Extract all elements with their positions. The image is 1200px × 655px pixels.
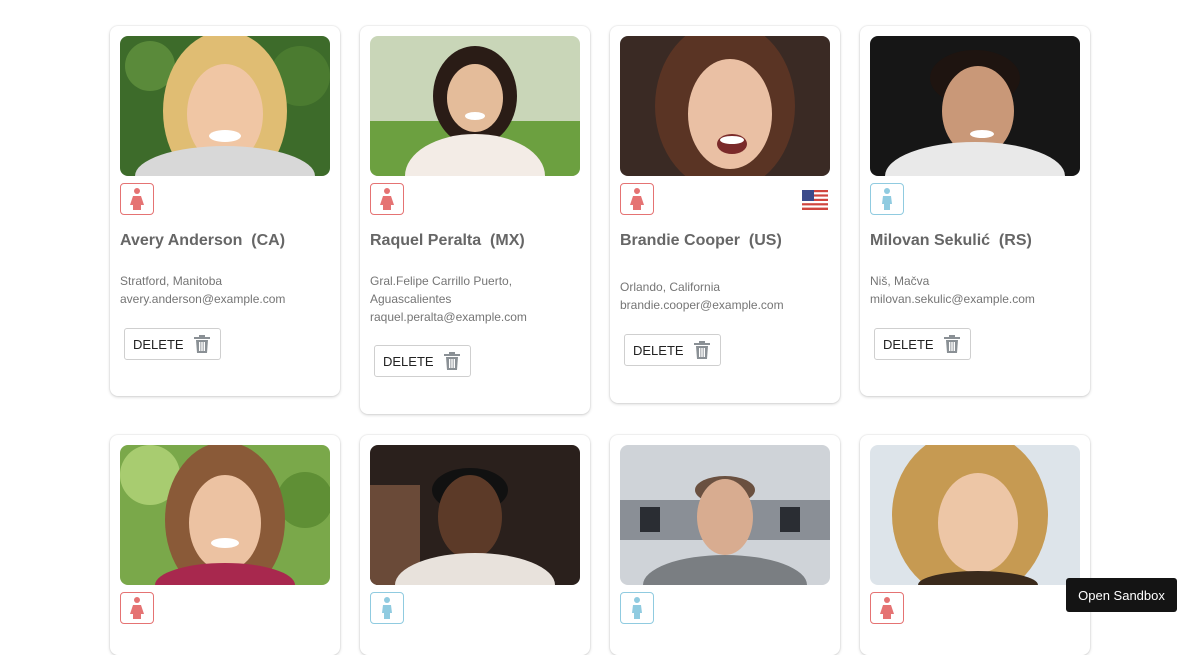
user-details: Stratford, Manitoba avery.anderson@examp… bbox=[120, 272, 285, 308]
user-location: Stratford, Manitoba bbox=[120, 274, 223, 288]
female-icon bbox=[870, 592, 904, 624]
delete-button-label: DELETE bbox=[633, 342, 684, 358]
user-card bbox=[860, 435, 1090, 655]
user-details: Niš, Mačva milovan.sekulic@example.com bbox=[870, 272, 1035, 308]
user-photo bbox=[870, 445, 1080, 585]
user-location-line1: Gral.Felipe Carrillo Puerto, bbox=[370, 274, 513, 288]
user-card bbox=[360, 435, 590, 655]
user-email: avery.anderson@example.com bbox=[120, 292, 286, 306]
user-card: Milovan Sekulić (RS) Niš, Mačva milovan.… bbox=[860, 26, 1090, 396]
open-sandbox-button[interactable]: Open Sandbox bbox=[1066, 578, 1177, 612]
trash-icon bbox=[443, 352, 460, 370]
user-photo bbox=[870, 36, 1080, 176]
user-photo bbox=[120, 36, 330, 176]
female-icon bbox=[620, 183, 654, 215]
user-name: Avery Anderson (CA) bbox=[120, 232, 286, 249]
delete-button-label: DELETE bbox=[133, 336, 184, 352]
user-name: Raquel Peralta (MX) bbox=[370, 232, 525, 249]
user-details: Orlando, California brandie.cooper@examp… bbox=[620, 278, 784, 314]
trash-icon bbox=[193, 335, 210, 353]
user-email: raquel.peralta@example.com bbox=[370, 310, 527, 324]
user-name: Brandie Cooper (US) bbox=[620, 232, 782, 249]
user-photo bbox=[620, 36, 830, 176]
user-card: Brandie Cooper (US) Orlando, California … bbox=[610, 26, 840, 403]
user-photo bbox=[120, 445, 330, 585]
trash-icon bbox=[943, 335, 960, 353]
male-icon bbox=[620, 592, 654, 624]
us-flag-icon bbox=[802, 188, 828, 212]
user-details: Gral.Felipe Carrillo Puerto, Aguascalien… bbox=[370, 272, 527, 326]
delete-button[interactable]: DELETE bbox=[374, 345, 471, 377]
female-icon bbox=[120, 183, 154, 215]
user-photo bbox=[370, 445, 580, 585]
delete-button-label: DELETE bbox=[383, 353, 434, 369]
delete-button[interactable]: DELETE bbox=[124, 328, 221, 360]
male-icon bbox=[870, 183, 904, 215]
trash-icon bbox=[693, 341, 710, 359]
user-location: Orlando, California bbox=[620, 280, 721, 294]
female-icon bbox=[120, 592, 154, 624]
delete-button[interactable]: DELETE bbox=[624, 334, 721, 366]
delete-button-label: DELETE bbox=[883, 336, 934, 352]
user-location: Niš, Mačva bbox=[870, 274, 930, 288]
user-photo bbox=[370, 36, 580, 176]
male-icon bbox=[370, 592, 404, 624]
user-email: milovan.sekulic@example.com bbox=[870, 292, 1035, 306]
user-location-line2: Aguascalientes bbox=[370, 292, 452, 306]
user-card bbox=[110, 435, 340, 655]
user-name: Milovan Sekulić (RS) bbox=[870, 232, 1032, 249]
user-card: Avery Anderson (CA) Stratford, Manitoba … bbox=[110, 26, 340, 396]
user-email: brandie.cooper@example.com bbox=[620, 298, 784, 312]
user-photo bbox=[620, 445, 830, 585]
user-card bbox=[610, 435, 840, 655]
user-card: Raquel Peralta (MX) Gral.Felipe Carrillo… bbox=[360, 26, 590, 414]
female-icon bbox=[370, 183, 404, 215]
delete-button[interactable]: DELETE bbox=[874, 328, 971, 360]
